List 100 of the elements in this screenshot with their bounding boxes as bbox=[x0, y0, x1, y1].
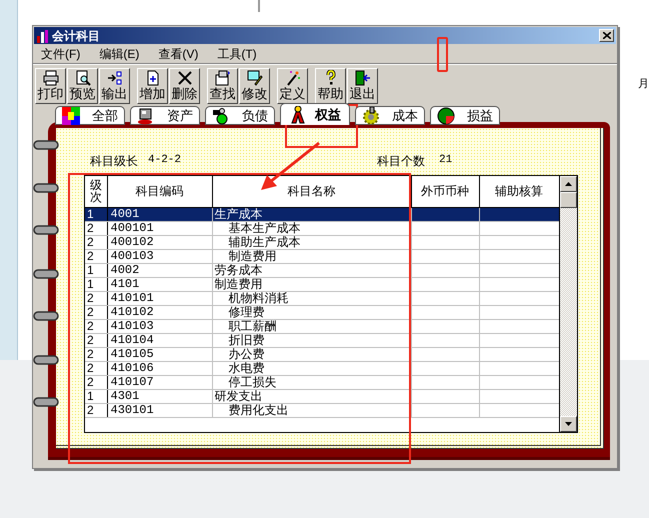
menu-item[interactable]: 查看(V) bbox=[156, 44, 200, 62]
table-row[interactable]: 2 410104 折旧费 bbox=[85, 333, 559, 347]
table-cell: 2 bbox=[85, 235, 107, 249]
table-cell: 折旧费 bbox=[212, 333, 411, 347]
table-row[interactable]: 2 400102 辅助生产成本 bbox=[85, 235, 559, 249]
machine-icon bbox=[137, 106, 155, 124]
table-row[interactable]: 2 410102 修理费 bbox=[85, 305, 559, 319]
scroll-down-button[interactable] bbox=[560, 416, 577, 432]
toolbar-button[interactable]: 退出 bbox=[347, 68, 378, 104]
magic-wand-icon bbox=[284, 70, 300, 86]
table-row[interactable]: 1 4001 生产成本 bbox=[85, 207, 559, 221]
table-cell: 2 bbox=[85, 333, 107, 347]
toolbar-button[interactable]: 帮助 bbox=[315, 68, 346, 104]
table-row[interactable]: 2 410105 办公费 bbox=[85, 347, 559, 361]
table-cell: 4001 bbox=[107, 207, 212, 221]
table-cell: 基本生产成本 bbox=[212, 221, 411, 235]
watermelon-icon bbox=[437, 106, 455, 124]
tab[interactable]: 权益 bbox=[280, 103, 350, 125]
table-cell: 4101 bbox=[107, 277, 212, 291]
table-cell: 制造费用 bbox=[212, 277, 411, 291]
tab[interactable]: 损益 bbox=[430, 106, 500, 125]
table-row[interactable]: 1 4101 制造费用 bbox=[85, 277, 559, 291]
table-cell: 400102 bbox=[107, 235, 212, 249]
table-row[interactable]: 1 4002 劳务成本 bbox=[85, 263, 559, 277]
close-icon bbox=[602, 32, 610, 39]
table-cell: 410106 bbox=[107, 361, 212, 375]
column-header[interactable]: 级次 bbox=[85, 176, 107, 207]
menu-item[interactable]: 工具(T) bbox=[215, 44, 259, 62]
table-cell: 1 bbox=[85, 263, 107, 277]
table-cell: 410102 bbox=[107, 305, 212, 319]
table-cell: 410101 bbox=[107, 291, 212, 305]
window-title: 会计科目 bbox=[52, 30, 101, 42]
table-row[interactable]: 2 400103 制造费用 bbox=[85, 249, 559, 263]
code-length-label: 科目级长 bbox=[90, 153, 138, 170]
down-arrow-icon bbox=[565, 422, 572, 426]
scroll-thumb[interactable] bbox=[560, 192, 577, 208]
table-row[interactable]: 2 410106 水电费 bbox=[85, 361, 559, 375]
column-header[interactable]: 科目编码 bbox=[107, 176, 212, 207]
colored-squares-icon bbox=[62, 106, 80, 124]
table-cell: 制造费用 bbox=[212, 249, 411, 263]
toolbar-button[interactable]: 增加 bbox=[137, 68, 168, 104]
toolbar-button[interactable]: 删除 bbox=[169, 68, 200, 104]
background-text: 月 bbox=[638, 77, 649, 92]
pencil-icon bbox=[246, 70, 262, 86]
menu-item[interactable]: 编辑(E) bbox=[97, 44, 142, 62]
delete-icon bbox=[176, 70, 192, 86]
table-cell: 2 bbox=[85, 249, 107, 263]
table-cell: 4301 bbox=[107, 389, 212, 403]
table-cell: 410107 bbox=[107, 375, 212, 389]
tab[interactable]: 成本 bbox=[355, 106, 425, 125]
toolbar-button[interactable]: 预览 bbox=[67, 68, 98, 104]
tab[interactable]: 资产 bbox=[130, 106, 200, 125]
export-arrow-icon bbox=[106, 70, 122, 86]
table-cell: 修理费 bbox=[212, 305, 411, 319]
table-cell: 1 bbox=[85, 389, 107, 403]
table-cell: 400103 bbox=[107, 249, 212, 263]
toolbar-button[interactable]: 定义 bbox=[277, 68, 308, 104]
up-arrow-icon bbox=[565, 182, 572, 186]
toolbar-button[interactable]: 查找 bbox=[207, 68, 238, 104]
table-cell: 1 bbox=[85, 207, 107, 221]
tab[interactable]: 负债 bbox=[205, 106, 275, 125]
table-cell: 2 bbox=[85, 347, 107, 361]
close-button[interactable] bbox=[599, 29, 614, 42]
gear-icon bbox=[362, 106, 380, 124]
toolbar-button[interactable]: 修改 bbox=[239, 68, 270, 104]
table-cell: 机物料消耗 bbox=[212, 291, 411, 305]
table-cell: 劳务成本 bbox=[212, 263, 411, 277]
column-header[interactable]: 外币币种 bbox=[411, 176, 479, 207]
table-cell: 2 bbox=[85, 305, 107, 319]
table-cell: 410104 bbox=[107, 333, 212, 347]
table-row[interactable]: 2 410101 机物料消耗 bbox=[85, 291, 559, 305]
table-row[interactable]: 1 4301 研发支出 bbox=[85, 389, 559, 403]
table-cell: 430101 bbox=[107, 403, 212, 417]
figure-icon bbox=[212, 106, 230, 124]
scrollbar[interactable] bbox=[560, 175, 578, 433]
table-cell: 2 bbox=[85, 291, 107, 305]
table-row[interactable]: 2 410107 停工损失 bbox=[85, 375, 559, 389]
annotation-box bbox=[437, 37, 448, 72]
tab[interactable]: 全部 bbox=[55, 106, 125, 125]
table-cell: 2 bbox=[85, 403, 107, 417]
toolbar-button[interactable]: 打印 bbox=[35, 68, 66, 104]
ribbon-medal-icon bbox=[289, 106, 307, 124]
table-cell: 4002 bbox=[107, 263, 212, 277]
table-cell: 410105 bbox=[107, 347, 212, 361]
table-row[interactable]: 2 430101 费用化支出 bbox=[85, 403, 559, 417]
menu-item[interactable]: 文件(F) bbox=[39, 44, 82, 62]
table-cell: 2 bbox=[85, 375, 107, 389]
column-header[interactable]: 辅助核算 bbox=[479, 176, 559, 207]
table-row[interactable]: 2 400101 基本生产成本 bbox=[85, 221, 559, 235]
table-cell: 办公费 bbox=[212, 347, 411, 361]
table-row[interactable]: 2 410103 职工薪酬 bbox=[85, 319, 559, 333]
count-label: 科目个数 bbox=[377, 153, 426, 170]
scroll-up-button[interactable] bbox=[560, 176, 577, 192]
chart-icon bbox=[36, 28, 50, 42]
magnifier-page-icon bbox=[74, 70, 90, 86]
new-page-icon bbox=[144, 70, 160, 86]
toolbar-button[interactable]: 输出 bbox=[99, 68, 130, 104]
table-cell: 生产成本 bbox=[212, 207, 411, 221]
table-cell: 2 bbox=[85, 221, 107, 235]
table-cell: 辅助生产成本 bbox=[212, 235, 411, 249]
